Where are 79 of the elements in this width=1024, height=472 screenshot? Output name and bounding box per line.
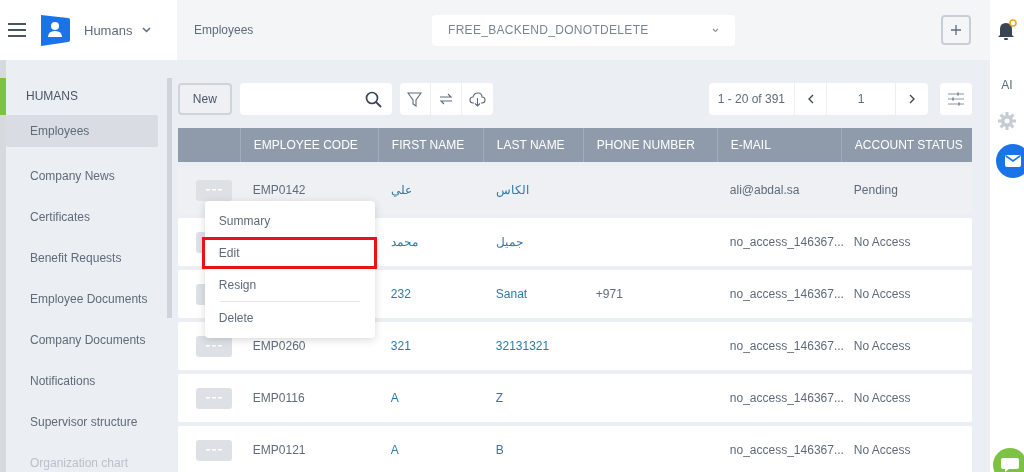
sidebar-item[interactable]: Employee Documents [6,279,167,320]
sidebar-item[interactable]: Employees [6,115,158,147]
table-cell: No Access [853,287,911,301]
add-button[interactable] [941,15,971,45]
envelope-icon [1005,155,1022,167]
table-cell: Pending [853,183,898,197]
table-cell: +971 [595,287,623,301]
table-cell: EMP0260 [252,339,306,353]
table-cell: No Access [853,391,911,405]
table-cell[interactable]: 232 [390,287,411,301]
module-dropdown[interactable]: Humans [84,22,152,38]
notification-bell-icon[interactable] [997,19,1017,41]
table-cell[interactable]: محمد [390,235,418,249]
chevron-right-icon [909,94,916,104]
new-button[interactable]: New [177,83,232,115]
mail-button[interactable] [996,144,1024,178]
search-icon [364,90,382,108]
sliders-icon [948,92,965,106]
sidebar-item[interactable]: Company News [6,156,167,197]
ai-button[interactable]: AI [1001,78,1013,92]
column-header[interactable]: ACCOUNT STATUS [840,128,973,162]
table-cell[interactable]: A [390,391,399,405]
table-cell: No Access [853,443,911,457]
column-settings-button[interactable] [940,83,973,115]
table-cell[interactable]: 321 [390,339,411,353]
menu-item[interactable]: Resign [204,269,375,301]
table-cell: EMP0121 [252,443,306,457]
table-cell: EMP0116 [252,391,305,405]
table-cell: no_access_146367... [729,443,844,457]
speech-bubble-icon [1001,458,1020,472]
table-cell: ali@abdal.sa [729,183,800,197]
chevron-left-icon [807,94,814,104]
menu-item[interactable]: Edit [201,237,377,269]
row-actions-button[interactable] [195,179,232,201]
column-header[interactable]: E-MAIL [716,128,841,162]
table-cell[interactable]: Sanat [495,287,528,301]
table-row[interactable]: EMP0260 321 32131321 no_access_146367... No Access [177,322,973,370]
table-cell: no_access_146367... [729,391,844,405]
table-row[interactable]: EMP0116 A Z no_access_146367... No Access [177,374,973,422]
table-cell[interactable]: 32131321 [495,339,550,353]
table-cell[interactable]: جميل [495,235,523,249]
search-field[interactable] [239,83,392,115]
table-cell[interactable]: Z [495,391,504,405]
table-cell[interactable]: الكاس [495,183,529,197]
column-header[interactable]: LAST NAME [482,128,583,162]
breadcrumb: Employees [194,23,255,37]
column-header[interactable]: PHONE NUMBER [582,128,717,162]
company-dropdown[interactable]: FREE_BACKEND_DONOTDELETE [432,14,735,46]
table-cell: no_access_146367... [729,339,844,353]
row-actions-button[interactable] [195,387,232,409]
table-cell: No Access [853,339,911,353]
table-cell[interactable]: A [390,443,399,457]
table-cell[interactable]: علي [390,183,412,197]
table-row[interactable]: EMP0121 A B no_access_146367... No Access [177,426,973,472]
app-logo-icon [40,13,70,47]
scrollbar[interactable] [166,78,172,318]
table-cell: no_access_146367... [729,287,844,301]
column-header[interactable]: FIRST NAME [377,128,483,162]
page-range: 1 - 20 of 391 [708,83,796,115]
sidebar-item[interactable]: Company Documents [6,320,167,361]
menu-icon[interactable] [8,23,26,37]
gear-icon[interactable] [998,112,1016,130]
chevron-icon [712,27,719,33]
table-cell: no_access_146367... [729,235,844,249]
column-header[interactable]: EMPLOYEE CODE [239,128,378,162]
sidebar-item[interactable]: Benefit Requests [6,238,167,279]
sidebar-item[interactable]: Notifications [6,361,167,402]
chevron-icon [142,27,152,33]
filter-icon [407,91,423,107]
row-actions-button[interactable] [195,439,232,461]
page-number-field[interactable]: 1 [827,83,897,115]
cloud-download-icon [468,91,486,107]
sidebar-item[interactable]: Supervisor structure [6,402,167,443]
table-cell: No Access [853,235,911,249]
swap-icon [438,92,453,106]
sidebar-item[interactable]: Certificates [6,197,167,238]
plus-icon [951,25,961,35]
table-cell[interactable]: B [495,443,504,457]
table-cell: EMP0142 [252,183,306,197]
